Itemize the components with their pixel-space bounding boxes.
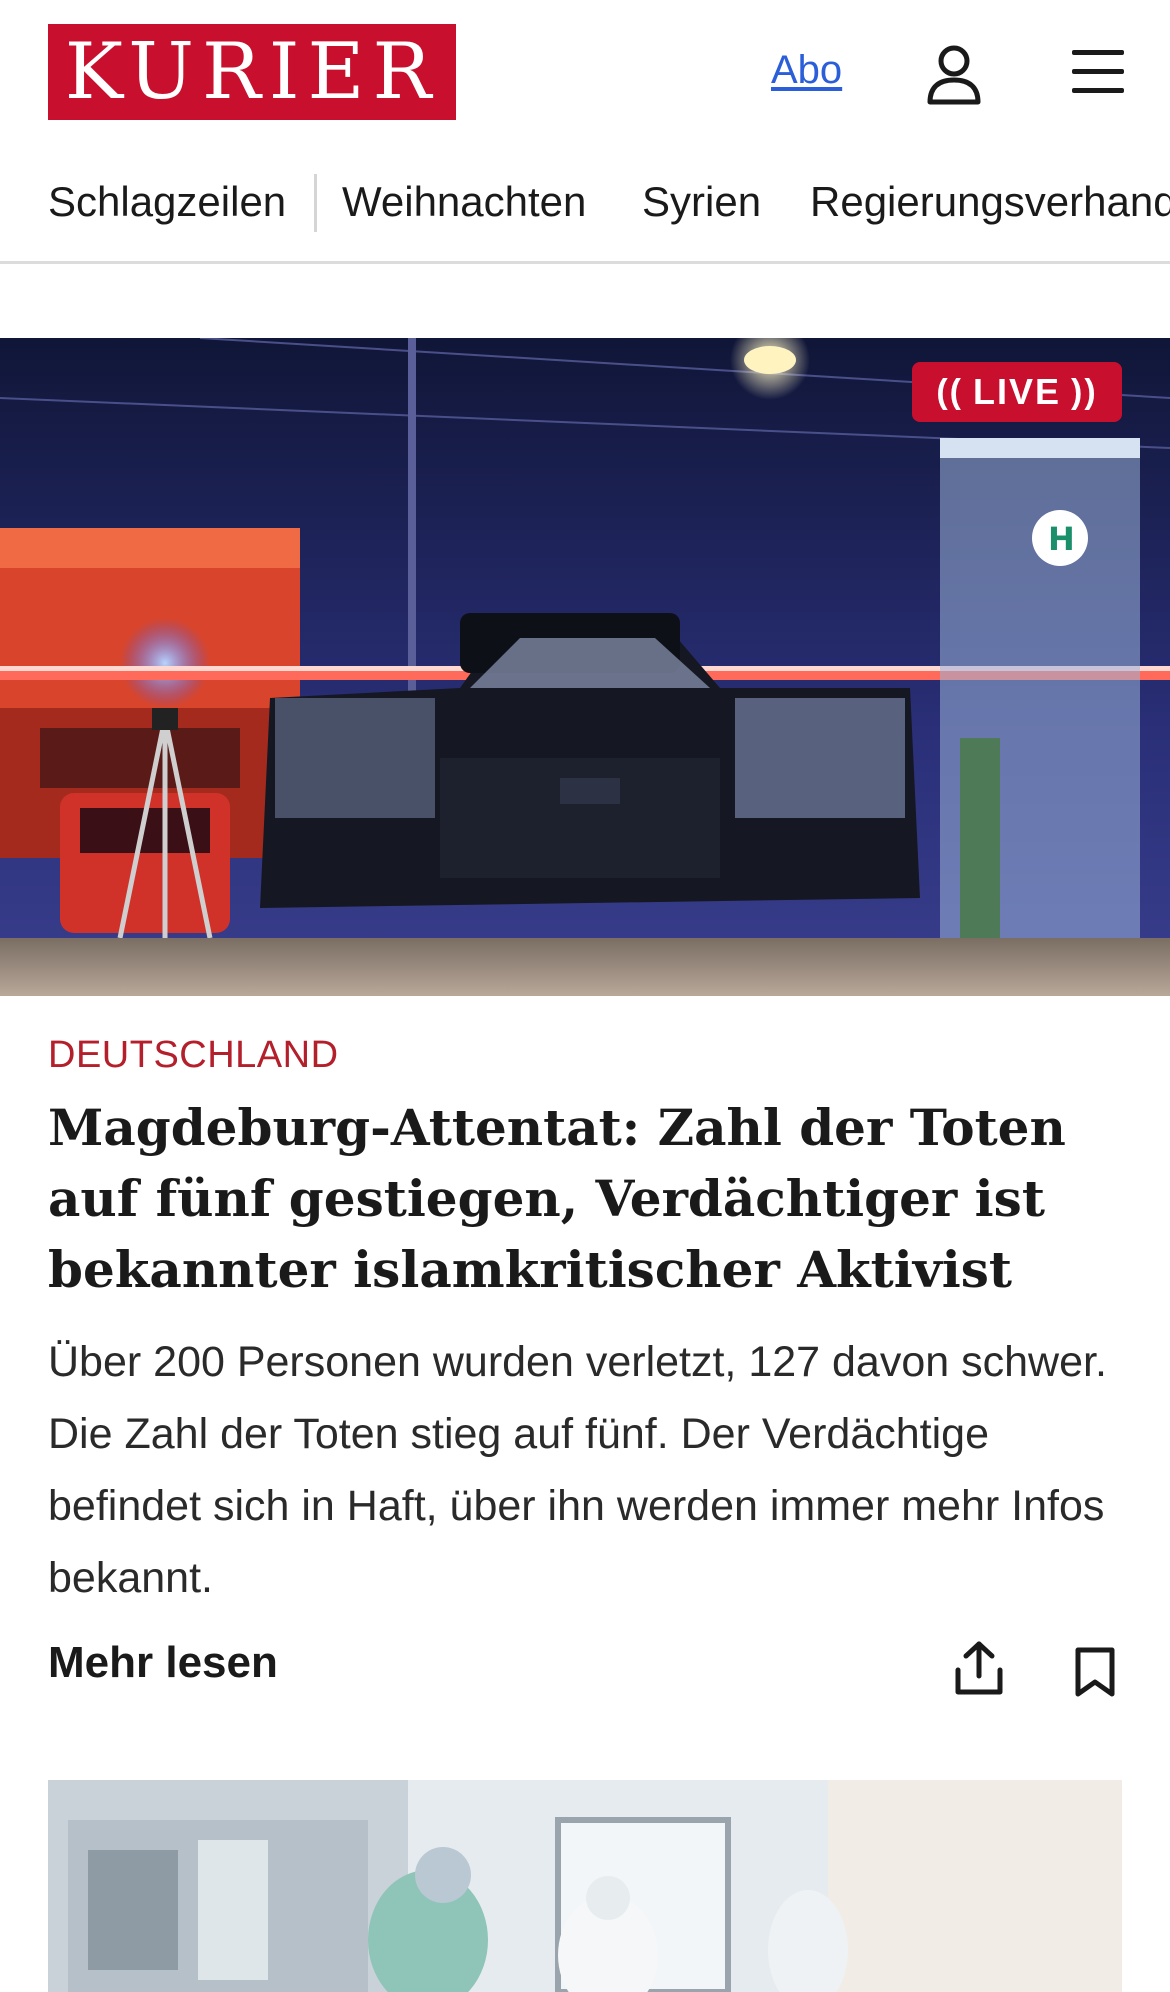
bookmark-icon[interactable] [1074, 1646, 1116, 1698]
section-nav: Schlagzeilen Weihnachten Syrien Regierun… [0, 156, 1170, 264]
nav-item-weihnachten[interactable]: Weihnachten [342, 178, 586, 226]
logo-text: KURIER [64, 27, 440, 117]
nav-item-schlagzeilen[interactable]: Schlagzeilen [48, 178, 286, 226]
site-header: KURIER Abo [0, 0, 1170, 146]
user-icon[interactable] [922, 42, 986, 106]
article-teaser: Über 200 Personen wurden verletzt, 127 d… [48, 1338, 1107, 1602]
nav-item-regierungsverhandlungen[interactable]: Regierungsverhandlungen [810, 178, 1170, 226]
nav-item-syrien[interactable]: Syrien [642, 178, 761, 226]
share-icon[interactable] [954, 1640, 1004, 1696]
nav-divider [314, 174, 317, 232]
article-headline[interactable]: Magdeburg-Attentat: Zahl der Toten auf f… [48, 1092, 1138, 1305]
hero-image[interactable]: H [0, 338, 1170, 996]
kurier-logo[interactable]: KURIER [48, 24, 456, 120]
article-kicker[interactable]: DEUTSCHLAND [48, 1034, 339, 1077]
live-label: LIVE [972, 371, 1061, 412]
live-badge: (( LIVE )) [912, 362, 1122, 422]
read-more-link[interactable]: Mehr lesen [48, 1638, 278, 1688]
hamburger-menu-icon[interactable] [1068, 44, 1128, 100]
live-wave-right-icon: )) [1071, 372, 1098, 411]
live-wave-left-icon: (( [936, 372, 963, 411]
svg-text:H: H [1048, 520, 1075, 558]
second-article-image[interactable] [48, 1780, 1122, 1992]
abo-link[interactable]: Abo [771, 48, 842, 93]
